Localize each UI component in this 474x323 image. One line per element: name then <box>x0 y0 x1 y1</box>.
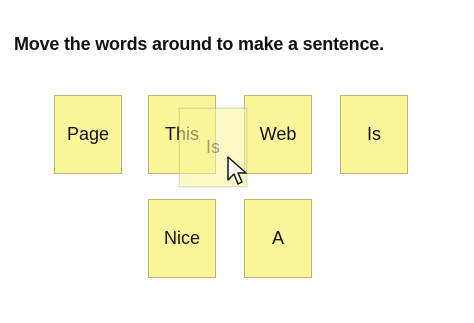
word-tile-is[interactable]: Is <box>340 95 408 174</box>
instruction-heading: Move the words around to make a sentence… <box>14 34 384 54</box>
dragging-word-tile-label: Is <box>205 137 220 157</box>
word-tile-label: Is <box>366 124 381 144</box>
word-tile-label: A <box>271 228 284 248</box>
word-tile-label: Page <box>66 124 110 144</box>
word-tile-page[interactable]: Page <box>54 95 122 174</box>
word-tile-a[interactable]: A <box>244 199 312 278</box>
word-tile-label: Web <box>259 124 297 144</box>
word-tile-nice[interactable]: Nice <box>148 199 216 278</box>
word-tile-label: Nice <box>163 228 200 248</box>
arrow-cursor-icon <box>227 156 247 185</box>
word-tile-web[interactable]: Web <box>244 95 312 174</box>
